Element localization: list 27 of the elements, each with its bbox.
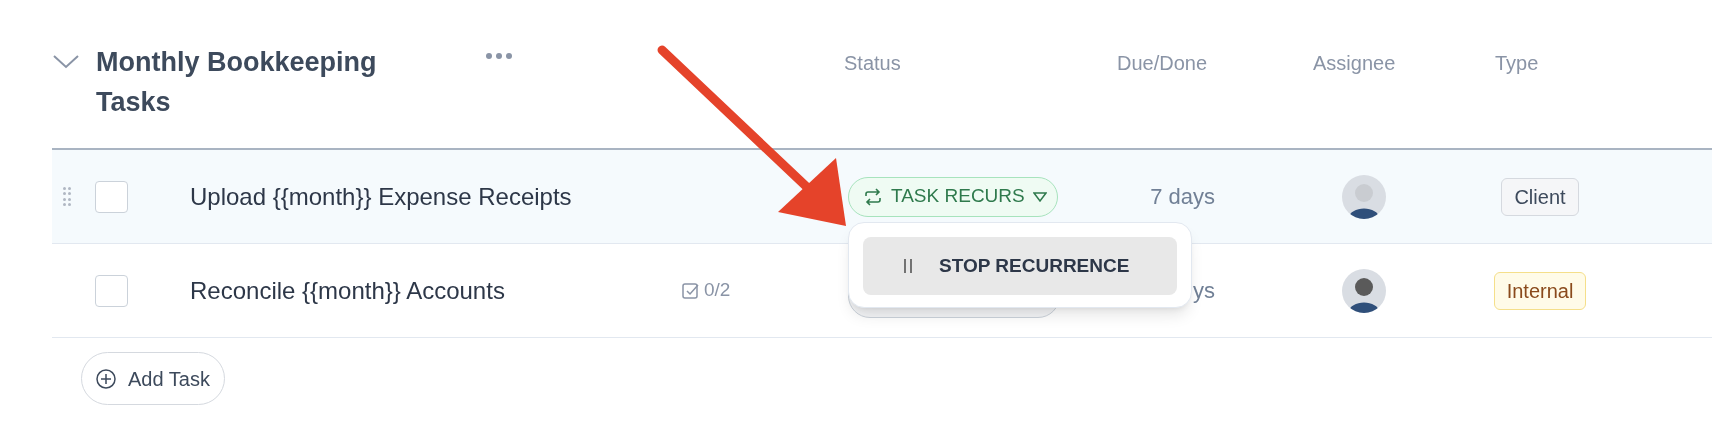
column-header: Status <box>844 51 901 76</box>
avatar <box>1342 268 1386 313</box>
due-text: ys <box>1193 277 1215 305</box>
column-header: Assignee <box>1313 51 1396 76</box>
menu-item[interactable]: STOP RECURRENCE <box>863 237 1177 295</box>
task-checkbox[interactable] <box>95 180 128 213</box>
type-tag: Client <box>1501 177 1579 216</box>
section-title: Monthly Bookkeeping Tasks <box>96 46 378 119</box>
task-title[interactable]: Reconcile {{month}} Accounts <box>190 272 505 309</box>
due-text: 7 days <box>1150 183 1215 211</box>
drag-handle-icon[interactable] <box>63 186 71 207</box>
subtask-count: 0/2 <box>704 278 731 303</box>
repeat-icon <box>863 187 883 206</box>
pause-icon <box>903 258 913 274</box>
status-pill[interactable]: TASK RECURS <box>848 176 1058 217</box>
checklist-icon <box>682 281 700 300</box>
column-header: Due/Done <box>1117 51 1208 76</box>
add-icon <box>96 368 116 389</box>
column-header: Type <box>1495 51 1539 76</box>
add-task-button[interactable]: Add Task <box>81 352 225 405</box>
task-title[interactable]: Upload {{month}} Expense Receipts <box>190 178 572 215</box>
avatar <box>1342 174 1386 219</box>
caret-icon <box>1032 191 1047 202</box>
collapse-chevron-icon[interactable] <box>52 54 80 70</box>
task-checkbox[interactable] <box>95 274 128 307</box>
task-row[interactable]: Upload {{month}} Expense Receipts TASK RECURS 7 days Client <box>52 150 1712 244</box>
type-tag: Internal <box>1493 271 1587 310</box>
